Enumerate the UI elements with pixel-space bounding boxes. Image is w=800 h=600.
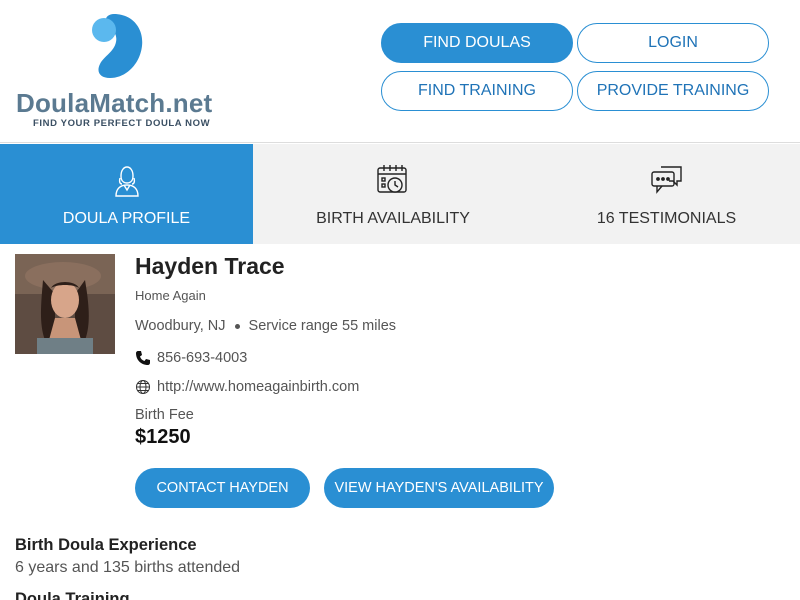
doula-photo: [15, 254, 115, 354]
website-link[interactable]: http://www.homeagainbirth.com: [157, 379, 359, 395]
website-row[interactable]: http://www.homeagainbirth.com: [135, 379, 359, 395]
phone-icon: [136, 351, 150, 365]
birth-fee-label: Birth Fee: [135, 407, 194, 423]
logo-domain: .net: [165, 88, 213, 118]
phone-number[interactable]: 856-693-4003: [157, 350, 247, 366]
globe-icon: [136, 380, 150, 394]
profile-tabs: DOULA PROFILE BIRTH AVAILABILITY 16 TEST…: [0, 144, 800, 244]
logo-tagline: FIND YOUR PERFECT DOULA NOW: [33, 118, 211, 129]
doula-person-icon: [114, 166, 139, 197]
location-text: Woodbury, NJ: [135, 318, 226, 334]
view-availability-button[interactable]: VIEW HAYDEN'S AVAILABILITY: [324, 468, 554, 508]
contact-doula-button[interactable]: CONTACT HAYDEN: [135, 468, 310, 508]
tab-birth-availability[interactable]: BIRTH AVAILABILITY: [253, 144, 533, 244]
portrait-image: [15, 254, 115, 354]
service-range-text: Service range 55 miles: [248, 318, 397, 334]
experience-text: 6 years and 135 births attended: [15, 559, 241, 576]
experience-heading: Birth Doula Experience: [15, 536, 197, 554]
logo-wordmark[interactable]: DoulaMatch.net: [16, 88, 212, 119]
tab-testimonials[interactable]: 16 TESTIMONIALS: [533, 144, 800, 244]
provide-training-button[interactable]: PROVIDE TRAINING: [577, 71, 769, 111]
doula-name: Hayden Trace: [135, 253, 285, 279]
calendar-clock-icon: [377, 165, 407, 193]
tab-doula-profile[interactable]: DOULA PROFILE: [0, 144, 253, 244]
logo-icon[interactable]: [88, 12, 148, 82]
tab-label: DOULA PROFILE: [62, 210, 191, 227]
site-header: DoulaMatch.net FIND YOUR PERFECT DOULA N…: [0, 0, 800, 143]
business-name: Home Again: [135, 288, 206, 303]
location-row: Woodbury, NJ Service range 55 miles: [135, 318, 396, 334]
tab-label: 16 TESTIMONIALS: [596, 210, 737, 227]
find-training-button[interactable]: FIND TRAINING: [381, 71, 573, 111]
find-doulas-button[interactable]: FIND DOULAS: [381, 23, 573, 63]
logo-name: DoulaMatch: [16, 88, 166, 118]
phone-row[interactable]: 856-693-4003: [135, 350, 247, 366]
chat-bubbles-icon: [650, 166, 682, 194]
login-button[interactable]: LOGIN: [577, 23, 769, 63]
birth-fee-value: $1250: [135, 426, 191, 448]
tab-label: BIRTH AVAILABILITY: [316, 210, 470, 227]
separator-dot-icon: [234, 323, 240, 329]
training-heading: Doula Training: [15, 590, 130, 600]
